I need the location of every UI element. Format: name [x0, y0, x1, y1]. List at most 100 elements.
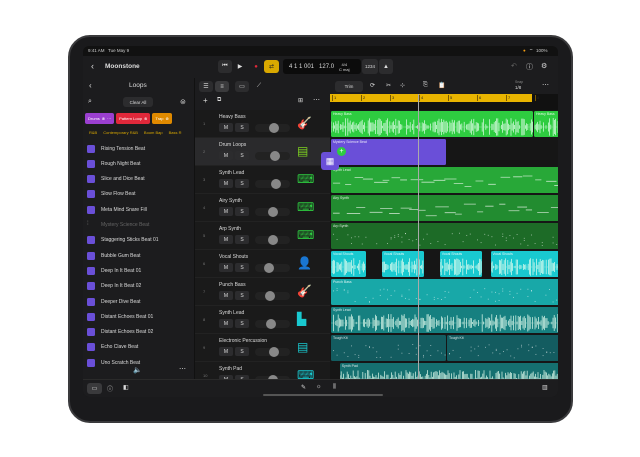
settings-icon[interactable]: ⚙ — [541, 62, 547, 70]
volume-slider[interactable] — [255, 207, 290, 217]
mute-button[interactable]: M — [219, 151, 233, 160]
track-name[interactable]: Synth Lead — [219, 170, 244, 176]
mute-button[interactable]: M — [219, 207, 233, 216]
track-name[interactable]: Synth Pad — [219, 366, 242, 372]
volume-knob[interactable] — [263, 263, 274, 273]
track-name[interactable]: Arp Synth — [219, 226, 241, 232]
rewind-button[interactable]: ⏮ — [218, 60, 232, 73]
mute-button[interactable]: M — [219, 123, 233, 132]
track-header[interactable]: 3 Synth Lead M S ⌨ — [195, 166, 330, 194]
track-header[interactable]: 9 Electronic Percussion M S ▤ — [195, 334, 330, 362]
loop-item[interactable]: Deeper Dive Beat — [87, 294, 192, 309]
filter-icon[interactable]: ⊜ — [180, 98, 186, 106]
mute-button[interactable]: M — [219, 319, 233, 328]
project-title[interactable]: Moonstone — [105, 63, 140, 70]
track-header[interactable]: 1 Heavy Bass M S 🎸 — [195, 110, 330, 138]
mute-button[interactable]: M — [219, 235, 233, 244]
track-header[interactable]: 2 Drum Loops M S ▤ — [195, 138, 330, 166]
list-view-icon[interactable]: ☰ — [199, 81, 213, 92]
loop-item[interactable]: Bubble Gum Beat — [87, 248, 192, 263]
loop-item[interactable]: Deep In It Beat 01 — [87, 263, 192, 278]
help-icon[interactable]: ⓘ — [526, 62, 533, 72]
volume-slider[interactable] — [255, 291, 290, 301]
volume-slider[interactable] — [255, 319, 290, 329]
mute-button[interactable]: M — [219, 291, 233, 300]
undo-icon[interactable]: ↶ — [511, 62, 517, 70]
piano-keyboard-icon[interactable]: ▥ — [542, 384, 548, 391]
more-icon[interactable]: ⋯ — [179, 365, 186, 373]
track-header[interactable]: 8 Synth Lead M S ▙ — [195, 306, 330, 334]
volume-knob[interactable] — [268, 123, 279, 133]
track-name[interactable]: Airy Synth — [219, 198, 242, 204]
solo-button[interactable]: S — [235, 263, 249, 272]
track-header[interactable]: 4 Airy Synth M S ⌨ — [195, 194, 330, 222]
track-name[interactable]: Punch Bass — [219, 282, 246, 288]
home-indicator[interactable] — [263, 394, 383, 396]
lcd-display[interactable]: 4 1 1 001 127.0 4/4 C maj — [283, 59, 361, 74]
trim-tool-button[interactable]: Trim — [335, 81, 363, 92]
split-tool-icon[interactable]: ✂ — [386, 82, 391, 89]
solo-button[interactable]: S — [235, 235, 249, 244]
timeline-more-icon[interactable]: ⋯ — [542, 81, 549, 89]
solo-button[interactable]: S — [235, 347, 249, 356]
chip-remove-icon[interactable]: ⊗ — [102, 116, 105, 121]
tracks-view-icon[interactable]: ≡ — [215, 81, 229, 92]
preview-volume-icon[interactable]: 🔈 — [133, 366, 142, 374]
inspector-icon[interactable]: ⓘ — [107, 384, 113, 393]
volume-knob[interactable] — [268, 347, 279, 357]
loop-item[interactable]: Echo Clave Beat — [87, 340, 192, 355]
pencil-icon[interactable]: ✎ — [301, 384, 306, 391]
record-button[interactable]: ● — [249, 60, 263, 73]
smart-controls-icon[interactable]: ☼ — [316, 384, 322, 390]
chip-remove-icon[interactable]: ⊗ — [144, 116, 147, 121]
back-icon[interactable]: ‹ — [91, 61, 94, 71]
window-view-icon[interactable]: ▭ — [235, 81, 249, 92]
volume-slider[interactable] — [255, 123, 290, 133]
region[interactable]: Tough Kit — [447, 335, 558, 361]
copy-icon[interactable]: ⎘ — [423, 82, 428, 89]
region[interactable]: Mystery Science Beat — [331, 139, 446, 165]
volume-slider[interactable] — [255, 151, 290, 161]
volume-slider[interactable] — [255, 179, 290, 189]
dragged-loop-icon[interactable]: ▦ — [321, 152, 339, 170]
volume-knob[interactable] — [266, 319, 277, 329]
mute-button[interactable]: M — [219, 179, 233, 188]
volume-slider[interactable] — [255, 347, 290, 357]
region[interactable]: Heavy Bass — [534, 111, 558, 137]
mixer-icon[interactable]: ⫼ — [333, 384, 336, 391]
track-header[interactable]: 7 Punch Bass M S 🎸 — [195, 278, 330, 306]
solo-button[interactable]: S — [235, 291, 249, 300]
loop-item[interactable]: Rough Night Beat — [87, 156, 192, 171]
solo-button[interactable]: S — [235, 179, 249, 188]
loop-item[interactable]: Slow Flow Beat — [87, 187, 192, 202]
region[interactable]: Vocal Shouts — [439, 251, 483, 277]
track-folder-icon[interactable]: ⊞ — [298, 97, 303, 104]
playhead[interactable] — [418, 94, 419, 379]
browser-toggle-icon[interactable]: ▭ — [87, 383, 102, 394]
genre-filter[interactable]: R&B — [89, 130, 97, 135]
duplicate-track-icon[interactable]: ⧉ — [217, 97, 221, 104]
loop-item[interactable]: Staggering Sticks Beat 01 — [87, 233, 192, 248]
volume-knob[interactable] — [271, 179, 282, 189]
volume-knob[interactable] — [267, 207, 278, 217]
ruler[interactable]: 1 2 3 4 5 6 7 8 — [330, 94, 558, 102]
join-tool-icon[interactable]: ⊹ — [400, 82, 405, 89]
sidebar-icon[interactable]: ◧ — [123, 384, 129, 391]
region[interactable]: Airy Synth — [331, 195, 558, 221]
volume-slider[interactable] — [255, 235, 290, 245]
mute-button[interactable]: M — [219, 347, 233, 356]
region[interactable]: Synth Lead — [331, 307, 558, 333]
region[interactable]: Vocal Shouts — [490, 251, 558, 277]
filter-chip[interactable]: Drums ⊗ ⋯ — [85, 113, 115, 124]
genre-filter[interactable]: Bass R — [169, 130, 182, 135]
genre-filter[interactable]: Contemporary R&B — [103, 130, 138, 135]
track-header[interactable]: 5 Arp Synth M S ⌨ — [195, 222, 330, 250]
play-button[interactable]: ▶ — [233, 60, 247, 73]
loop-item[interactable]: Meta Mind Snare Fill — [87, 202, 192, 217]
solo-button[interactable]: S — [235, 207, 249, 216]
search-icon[interactable]: ⌕ — [88, 98, 92, 106]
track-name[interactable]: Drum Loops — [219, 142, 246, 148]
mute-button[interactable]: M — [219, 263, 233, 272]
cycle-button[interactable]: ⇄ — [264, 60, 279, 73]
volume-knob[interactable] — [265, 291, 275, 301]
